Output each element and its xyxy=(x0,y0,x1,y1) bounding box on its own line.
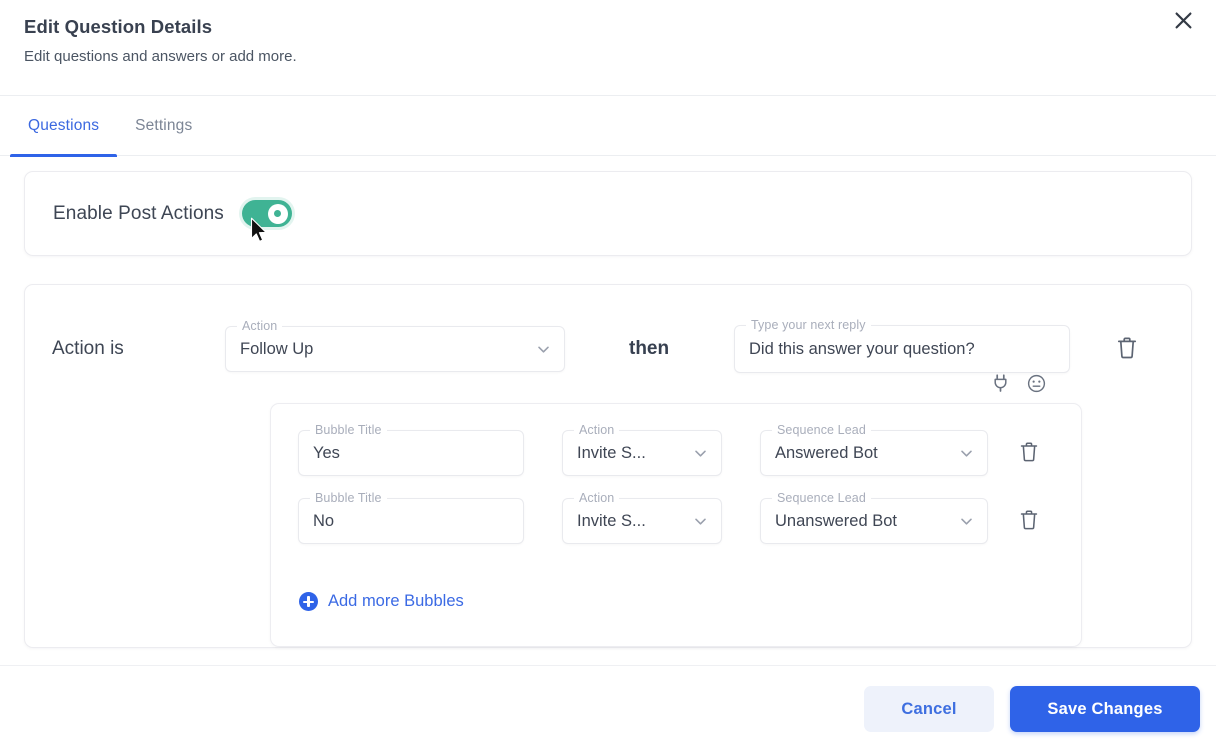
chevron-down-icon xyxy=(958,445,975,462)
tab-settings-label: Settings xyxy=(135,116,193,134)
bubble-sequence-legend-2: Sequence Lead xyxy=(772,491,871,505)
add-more-bubbles-label: Add more Bubbles xyxy=(328,592,464,610)
action-select-legend: Action xyxy=(237,319,283,333)
toggle-knob xyxy=(267,203,288,224)
tab-questions-label: Questions xyxy=(28,116,100,134)
bubble-row: Bubble Title No Action Invite S... Seque… xyxy=(271,491,1081,544)
bubble-sequence-select-2[interactable]: Sequence Lead Unanswered Bot xyxy=(760,491,988,544)
dialog-body: Enable Post Actions Action is Action Fol… xyxy=(0,156,1216,752)
bubble-title-input-2[interactable]: Bubble Title No xyxy=(298,491,524,544)
reply-field-wrapper: Type your next reply Did this answer you… xyxy=(734,318,1070,392)
dialog-header: Edit Question Details Edit questions and… xyxy=(0,0,1216,95)
bubble-action-select-2[interactable]: Action Invite S... xyxy=(562,491,722,544)
bubble-sequence-value-2: Unanswered Bot xyxy=(775,511,897,530)
bubbles-panel: Bubble Title Yes Action Invite S... Sequ… xyxy=(270,403,1082,647)
save-changes-button[interactable]: Save Changes xyxy=(1010,686,1200,732)
chevron-down-icon xyxy=(535,341,552,358)
bubble-action-value-2: Invite S... xyxy=(577,511,646,530)
tab-settings[interactable]: Settings xyxy=(117,96,210,156)
page-subtitle: Edit questions and answers or add more. xyxy=(24,48,297,65)
emoji-icon[interactable] xyxy=(1026,373,1046,393)
bubble-action-value-1: Invite S... xyxy=(577,443,646,462)
bubble-sequence-select-1[interactable]: Sequence Lead Answered Bot xyxy=(760,423,988,476)
bubble-action-legend-2: Action xyxy=(574,491,620,505)
bubble-sequence-value-1: Answered Bot xyxy=(775,443,878,462)
enable-post-actions-toggle[interactable] xyxy=(241,200,292,227)
bubble-action-select-1[interactable]: Action Invite S... xyxy=(562,423,722,476)
next-reply-value: Did this answer your question? xyxy=(749,339,975,358)
page-title: Edit Question Details xyxy=(24,16,213,37)
action-select[interactable]: Action Follow Up xyxy=(225,319,565,372)
dialog-footer: Cancel Save Changes xyxy=(0,665,1216,752)
bubble-title-input-1[interactable]: Bubble Title Yes xyxy=(298,423,524,476)
trash-icon xyxy=(1116,336,1138,363)
next-reply-input[interactable]: Type your next reply Did this answer you… xyxy=(734,318,1070,373)
action-select-value: Follow Up xyxy=(240,339,314,358)
tab-questions[interactable]: Questions xyxy=(10,96,118,157)
bubble-title-legend-2: Bubble Title xyxy=(310,491,387,505)
bubble-title-value-2: No xyxy=(313,511,335,530)
enable-post-actions-label: Enable Post Actions xyxy=(53,202,224,224)
close-icon xyxy=(1174,11,1193,30)
action-rule-card: Action is Action Follow Up then Type you… xyxy=(24,284,1192,648)
chevron-down-icon xyxy=(692,513,709,530)
plus-circle-icon xyxy=(299,592,318,611)
enable-post-actions-card: Enable Post Actions xyxy=(24,171,1192,256)
reply-field-icons xyxy=(990,373,1046,393)
trash-icon xyxy=(1019,441,1039,466)
action-rule-row: Action is Action Follow Up then Type you… xyxy=(25,285,1191,392)
next-reply-legend: Type your next reply xyxy=(746,318,871,332)
delete-bubble-button-2[interactable] xyxy=(1010,502,1048,540)
action-is-label: Action is xyxy=(52,338,124,359)
edit-question-details-dialog: Edit Question Details Edit questions and… xyxy=(0,0,1216,752)
delete-action-button[interactable] xyxy=(1108,330,1146,368)
bubble-sequence-legend-1: Sequence Lead xyxy=(772,423,871,437)
delete-bubble-button-1[interactable] xyxy=(1010,434,1048,472)
bubble-action-legend-1: Action xyxy=(574,423,620,437)
plug-icon[interactable] xyxy=(990,373,1010,393)
bubble-title-legend-1: Bubble Title xyxy=(310,423,387,437)
chevron-down-icon xyxy=(958,513,975,530)
close-button[interactable] xyxy=(1161,0,1205,40)
trash-icon xyxy=(1019,509,1039,534)
bubble-row: Bubble Title Yes Action Invite S... Sequ… xyxy=(271,423,1081,476)
add-more-bubbles-button[interactable]: Add more Bubbles xyxy=(299,592,464,611)
cancel-button[interactable]: Cancel xyxy=(864,686,994,732)
bubble-title-value-1: Yes xyxy=(313,443,340,462)
tab-bar: Questions Settings xyxy=(0,95,1216,157)
chevron-down-icon xyxy=(692,445,709,462)
then-label: then xyxy=(629,338,670,359)
